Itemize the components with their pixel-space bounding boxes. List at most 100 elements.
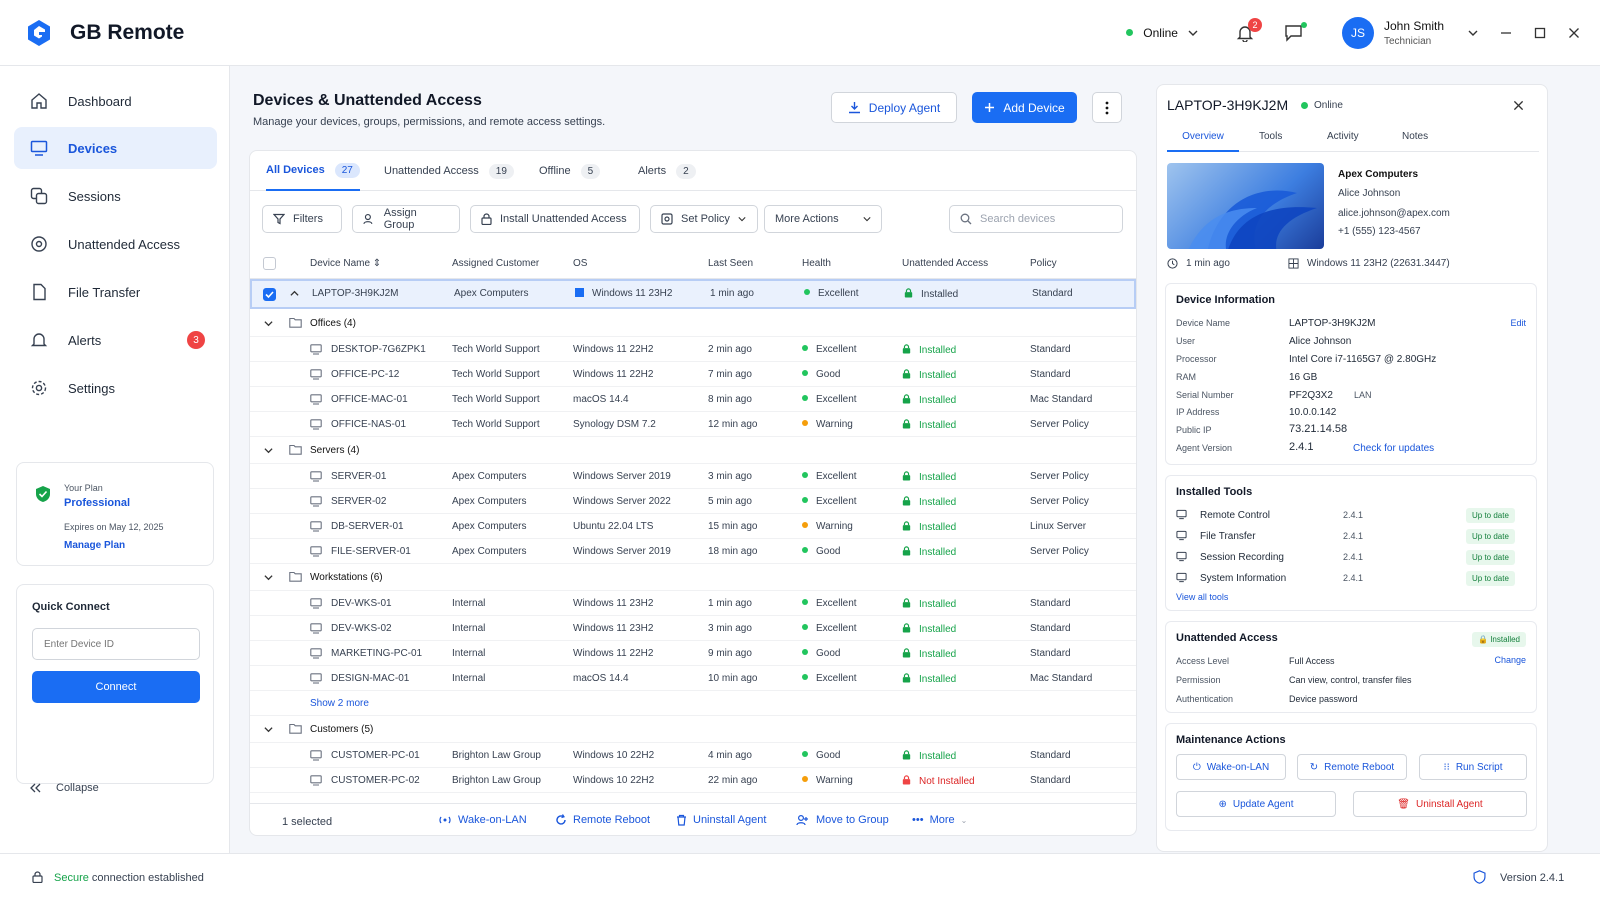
table-row[interactable]: FILE-SERVER-01 Apex Computers Windows Serv… <box>250 539 1136 564</box>
device-id-input[interactable] <box>32 628 200 660</box>
info-value: Intel Core i7-1165G7 @ 2.80GHz <box>1289 354 1437 365</box>
cell-access: Installed <box>902 496 956 508</box>
install-unattended-button[interactable]: Install Unattended Access <box>470 205 640 233</box>
add-device-button[interactable]: Add Device <box>972 92 1077 123</box>
wake-on-lan-action[interactable]: Wake-on-LAN <box>438 814 527 826</box>
uninstall-agent-button[interactable]: 🗑 Uninstall Agent <box>1353 791 1527 817</box>
sidebar-item-unattended-access[interactable]: Unattended Access <box>14 223 217 265</box>
row-checkbox[interactable] <box>263 288 276 301</box>
table-row[interactable]: DB-SERVER-01 Apex Computers Ubuntu 22.04 L… <box>250 514 1136 539</box>
sidebar-item-alerts[interactable]: Alerts 3 <box>14 319 217 361</box>
tab-overview[interactable]: Overview <box>1167 131 1239 152</box>
access-text: Installed <box>919 599 957 610</box>
table-row[interactable]: DEV-WKS-02 Internal Windows 11 23H2 3 min a… <box>250 616 1136 641</box>
edit-link[interactable]: Edit <box>1510 318 1526 328</box>
health-dot <box>802 751 808 757</box>
more-options-button[interactable] <box>1092 92 1122 123</box>
owner-email[interactable]: alice.johnson@apex.com <box>1338 208 1450 219</box>
chevron-down-icon[interactable] <box>264 573 273 582</box>
group-row[interactable]: Servers (4) <box>250 437 1136 464</box>
filters-button[interactable]: Filters <box>262 205 342 233</box>
health-dot <box>802 776 808 782</box>
col-device-name[interactable]: Device Name ⇕ <box>310 258 381 269</box>
close-icon[interactable] <box>1568 27 1580 39</box>
table-row[interactable]: SERVER-01 Apex Computers Windows Server 20… <box>250 464 1136 489</box>
cell-os: Windows 11 23H2 <box>573 623 654 634</box>
run-script-button[interactable]: ⁝⁝ Run Script <box>1419 754 1527 780</box>
maximize-icon[interactable] <box>1534 27 1546 39</box>
chevron-up-icon[interactable] <box>290 289 299 298</box>
folder-icon <box>289 444 302 455</box>
tab-notes[interactable]: Notes <box>1402 131 1428 142</box>
close-icon[interactable] <box>1513 100 1524 111</box>
info-key: Public IP <box>1176 425 1212 435</box>
tab-unattended-access[interactable]: Unattended Access 19 <box>384 151 514 191</box>
search-input[interactable]: Search devices <box>949 205 1123 233</box>
table-row[interactable]: DESKTOP-7G6ZPK1 Tech World Support Windows… <box>250 337 1136 362</box>
user-menu[interactable]: JS John Smith Technician <box>1341 16 1478 49</box>
chevron-down-icon[interactable] <box>264 319 273 328</box>
tab-all-devices[interactable]: All Devices 27 <box>266 151 360 191</box>
cell-os: Windows Server 2019 <box>573 471 671 482</box>
check-updates-link[interactable]: Check for updates <box>1353 443 1434 454</box>
col-unattended-access: Unattended Access <box>902 258 989 269</box>
sidebar-item-file-transfer[interactable]: File Transfer <box>14 271 217 313</box>
manage-plan-link[interactable]: Manage Plan <box>64 540 125 551</box>
uninstall-agent-action[interactable]: Uninstall Agent <box>676 814 766 826</box>
access-text: Installed <box>919 674 957 685</box>
table-row[interactable]: SERVER-02 Apex Computers Windows Server 20… <box>250 489 1136 514</box>
table-row[interactable]: OFFICE-PC-12 Tech World Support Windows 11… <box>250 362 1136 387</box>
select-all-checkbox[interactable] <box>263 257 276 270</box>
table-row[interactable]: DESIGN-MAC-01 Internal macOS 14.4 10 min ag… <box>250 666 1136 691</box>
remote-reboot-button[interactable]: ↻ Remote Reboot <box>1297 754 1407 780</box>
deploy-agent-button[interactable]: Deploy Agent <box>831 92 957 123</box>
move-to-group-action[interactable]: Move to Group <box>796 814 889 826</box>
tool-name: Session Recording <box>1200 552 1284 563</box>
sidebar-item-devices[interactable]: Devices <box>14 127 217 169</box>
table-row[interactable]: CUSTOMER-PC-01 Brighton Law Group Windows … <box>250 743 1136 768</box>
tab-activity[interactable]: Activity <box>1327 131 1359 142</box>
chevron-down-icon[interactable] <box>264 725 273 734</box>
chevron-down-icon[interactable] <box>264 446 273 455</box>
tool-version: 2.4.1 <box>1343 510 1364 520</box>
messages-button[interactable] <box>1284 21 1307 42</box>
sidebar-item-dashboard[interactable]: Dashboard <box>14 80 217 122</box>
tab-tools[interactable]: Tools <box>1259 131 1282 142</box>
table-row[interactable]: OFFICE-MAC-01 Tech World Support macOS 14.… <box>250 387 1136 412</box>
table-row[interactable]: DEV-WKS-01 Internal Windows 11 23H2 1 min a… <box>250 591 1136 616</box>
info-key: Device Name <box>1176 318 1231 328</box>
table-row[interactable]: OFFICE-NAS-01 Tech World Support Synology … <box>250 412 1136 437</box>
show-more-link[interactable]: Show 2 more <box>310 698 369 709</box>
windows-icon <box>1288 258 1299 269</box>
wake-on-lan-button[interactable]: ⏻ Wake-on-LAN <box>1176 754 1286 780</box>
tab-offline[interactable]: Offline 5 <box>539 151 601 191</box>
health-dot <box>802 649 808 655</box>
assign-group-button[interactable]: Assign Group <box>352 205 460 233</box>
connect-button[interactable]: Connect <box>32 671 200 703</box>
change-link[interactable]: Change <box>1494 655 1526 665</box>
more-action[interactable]: ••• More ⌄ <box>912 814 967 826</box>
cell-os: Windows 11 22H2 <box>573 344 654 355</box>
sidebar-item-sessions[interactable]: Sessions <box>14 175 217 217</box>
remote-reboot-action[interactable]: Remote Reboot <box>555 814 650 826</box>
table-row[interactable]: MARKETING-PC-01 Internal Windows 11 22H2 9 … <box>250 641 1136 666</box>
table-row[interactable]: CUSTOMER-PC-02 Brighton Law Group Windows … <box>250 768 1136 793</box>
table-row[interactable]: LAPTOP-3H9KJ2M Apex Computers Windows 11 2… <box>250 279 1136 309</box>
set-policy-dropdown[interactable]: Set Policy <box>650 205 758 233</box>
status-dropdown[interactable]: Online <box>1126 26 1198 40</box>
group-row[interactable]: Customers (5) <box>250 716 1136 743</box>
tab-alerts[interactable]: Alerts 2 <box>638 151 696 191</box>
sidebar-item-settings[interactable]: Settings <box>14 367 217 409</box>
health-text: Good <box>816 546 841 557</box>
access-text: Installed <box>919 649 957 660</box>
cell-access: Installed <box>902 673 956 685</box>
collapse-button[interactable]: Collapse <box>30 782 99 794</box>
more-actions-dropdown[interactable]: More Actions <box>764 205 882 233</box>
update-agent-button[interactable]: ⊕ Update Agent <box>1176 791 1336 817</box>
notifications-button[interactable]: 2 <box>1236 17 1262 42</box>
minimize-icon[interactable] <box>1500 27 1512 39</box>
view-all-tools-link[interactable]: View all tools <box>1176 592 1228 602</box>
group-row[interactable]: Offices (4) <box>250 310 1136 337</box>
col-label: Device Name <box>310 258 371 269</box>
group-row[interactable]: Workstations (6) <box>250 564 1136 591</box>
